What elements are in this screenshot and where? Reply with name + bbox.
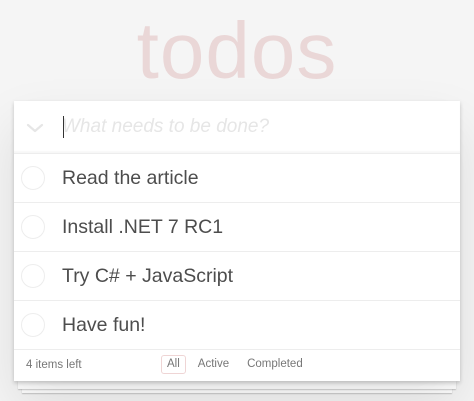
todo-item[interactable]: Have fun! [14, 301, 460, 350]
todo-label: Read the article [62, 167, 199, 189]
filter-all[interactable]: All [161, 355, 186, 374]
items-left-count: 4 items left [26, 359, 82, 371]
filter-tabs: All Active Completed [161, 355, 309, 374]
new-todo-row [14, 101, 460, 154]
todo-footer: 4 items left All Active Completed [14, 350, 460, 381]
todo-item[interactable]: Install .NET 7 RC1 [14, 203, 460, 252]
todo-list: Read the article Install .NET 7 RC1 Try … [14, 154, 460, 350]
todo-item[interactable]: Try C# + JavaScript [14, 252, 460, 301]
todo-checkbox[interactable] [21, 313, 45, 337]
todo-checkbox[interactable] [21, 166, 45, 190]
todo-app: todos Read the article Install .NET 7 RC… [0, 0, 474, 401]
toggle-all-button[interactable] [22, 115, 48, 141]
new-todo-input[interactable] [62, 109, 442, 145]
chevron-down-icon [26, 123, 44, 133]
card-stack-shadow-1 [18, 381, 456, 389]
text-cursor [63, 116, 64, 138]
todo-item[interactable]: Read the article [14, 154, 460, 203]
todo-checkbox[interactable] [21, 215, 45, 239]
todo-label: Try C# + JavaScript [62, 265, 234, 287]
filter-active[interactable]: Active [192, 355, 235, 374]
todo-label: Have fun! [62, 314, 146, 336]
filter-completed[interactable]: Completed [241, 355, 309, 374]
app-title: todos [136, 6, 338, 95]
todo-checkbox[interactable] [21, 264, 45, 288]
todo-card: Read the article Install .NET 7 RC1 Try … [14, 101, 460, 381]
todo-label: Install .NET 7 RC1 [62, 216, 224, 238]
